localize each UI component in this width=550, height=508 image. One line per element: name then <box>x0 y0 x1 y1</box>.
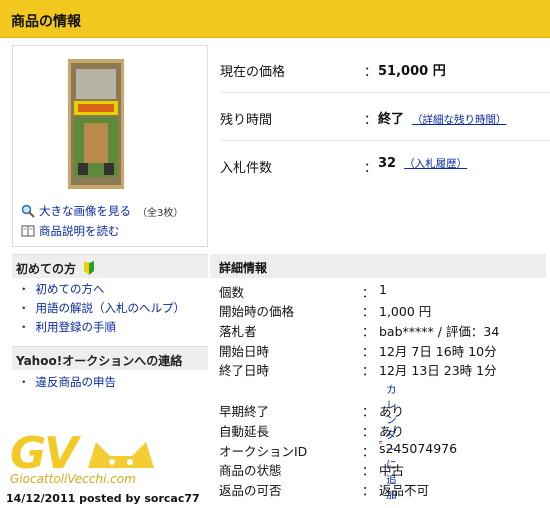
row-value: あり <box>379 404 405 419</box>
row-value: s245074976 <box>379 441 458 456</box>
row-label: 開始時の価格 <box>219 304 295 319</box>
colon: ： <box>362 444 375 459</box>
bid-count-label: 入札件数 <box>220 161 273 176</box>
magnifier-icon <box>21 204 35 218</box>
beginner-mark-icon <box>84 261 95 275</box>
colon: ： <box>362 463 375 478</box>
table-row: 早期終了 ： あり <box>219 401 549 421</box>
table-row: 個数 ： 1 <box>219 282 549 302</box>
image-count: （全3枚） <box>137 207 184 219</box>
watermark-site: GiocattoliVecchi.com <box>10 472 136 486</box>
table-row: 終了日時 ： 12月 13日 23時 1分 <box>219 360 549 380</box>
contact-section-header: Yahoo!オークションへの連絡 <box>12 346 208 370</box>
list-item: ・用語の解説（入札のヘルプ） <box>18 301 186 315</box>
details-title: 詳細情報 <box>219 261 268 275</box>
time-left-row: 残り時間 ： 終了 （詳細な残り時間） <box>220 93 550 141</box>
report-violation-link[interactable]: 違反商品の申告 <box>36 375 117 389</box>
page-header: 商品の情報 <box>0 0 550 38</box>
colon: ： <box>362 424 375 439</box>
bid-count-row: 入札件数 ： 32 （入札履歴） <box>220 141 550 189</box>
row-value: 12月 13日 23時 1分 <box>379 363 497 378</box>
table-row: 開始日時 ： 12月 7日 16時 10分 <box>219 341 549 361</box>
view-large-image-row: 大きな画像を見る （全3枚） <box>21 203 183 219</box>
colon: ： <box>362 363 375 378</box>
product-thumbnail[interactable] <box>68 59 124 189</box>
read-description-link[interactable]: 商品説明を読む <box>39 223 120 239</box>
row-value: 1 <box>379 282 387 297</box>
table-row: 落札者 ： bab***** / 評価：34 <box>219 321 549 341</box>
row-label: 商品の状態 <box>219 463 282 478</box>
bid-count-value: 32 （入札履歴） <box>378 156 468 171</box>
list-item: ・違反商品の申告 <box>18 375 117 389</box>
colon: ： <box>362 483 375 498</box>
row-value: 1,000 円 <box>379 304 432 319</box>
registration-steps-link[interactable]: 利用登録の手順 <box>36 320 117 334</box>
colon: ： <box>362 324 375 339</box>
details-section-header: 詳細情報 <box>210 254 546 278</box>
colon: ： <box>362 344 375 359</box>
product-image-panel: 大きな画像を見る （全3枚） 商品説明を読む <box>12 45 208 247</box>
colon: ： <box>362 404 375 419</box>
table-row: 自動延長 ： あり <box>219 421 549 441</box>
page-title: 商品の情報 <box>11 14 81 30</box>
read-description-row: 商品説明を読む <box>21 223 120 239</box>
colon: ： <box>364 65 378 80</box>
row-value: 返品不可 <box>379 483 430 498</box>
contact-title: Yahoo!オークションへの連絡 <box>16 354 183 368</box>
beginners-guide-link[interactable]: 初めての方へ <box>36 282 105 296</box>
row-value: 中古 <box>379 463 405 478</box>
colon: ： <box>362 285 375 300</box>
post-caption: 14/12/2011 posted by sorcac77 <box>6 492 200 505</box>
row-label: 早期終了 <box>219 404 270 419</box>
row-value: あり <box>379 424 405 439</box>
bid-history-link[interactable]: （入札履歴） <box>404 158 467 170</box>
current-price-value: 51,000 円 <box>378 64 446 79</box>
view-large-image-link[interactable]: 大きな画像を見る <box>39 203 131 219</box>
beginners-title: 初めての方 <box>16 260 95 277</box>
time-left-value: 終了 （詳細な残り時間） <box>378 112 507 127</box>
row-label: 個数 <box>219 285 245 300</box>
colon: ： <box>364 161 378 176</box>
table-row: 開始時の価格 ： 1,000 円 <box>219 301 549 321</box>
colon: ： <box>364 113 378 128</box>
list-item: ・初めての方へ <box>18 282 105 296</box>
row-value: 12月 7日 16時 10分 <box>379 344 497 359</box>
current-price-row: 現在の価格 ： 51,000 円 <box>220 45 550 93</box>
row-label: 自動延長 <box>219 424 270 439</box>
table-row: オークションID ： s245074976 <box>219 441 549 461</box>
contact-list: ・違反商品の申告 <box>18 373 116 392</box>
winner-value[interactable]: bab***** / 評価：34 <box>379 321 499 340</box>
row-label: 返品の可否 <box>219 483 282 498</box>
beginners-list: ・初めての方へ ・用語の解説（入札のヘルプ） ・利用登録の手順 <box>18 280 185 337</box>
row-label: 開始日時 <box>219 344 270 359</box>
row-label: 落札者 <box>219 324 257 339</box>
glossary-help-link[interactable]: 用語の解説（入札のヘルプ） <box>36 301 186 315</box>
colon: ： <box>362 304 375 319</box>
row-label: 終了日時 <box>219 363 270 378</box>
table-row: 商品の状態 ： 中古 <box>219 460 549 480</box>
row-label: オークションID <box>219 444 308 459</box>
book-icon <box>21 225 35 237</box>
auction-summary: 現在の価格 ： 51,000 円 残り時間 ： 終了 （詳細な残り時間） 入札件数… <box>210 45 550 193</box>
beginners-section-header: 初めての方 <box>12 254 208 278</box>
time-left-label: 残り時間 <box>220 113 273 128</box>
detailed-time-link[interactable]: （詳細な残り時間） <box>412 114 507 126</box>
cat-ears-watermark-icon <box>88 442 154 468</box>
current-price-label: 現在の価格 <box>220 65 286 80</box>
list-item: ・利用登録の手順 <box>18 320 117 334</box>
table-row: 返品の可否 ： 返品不可 <box>219 480 549 500</box>
